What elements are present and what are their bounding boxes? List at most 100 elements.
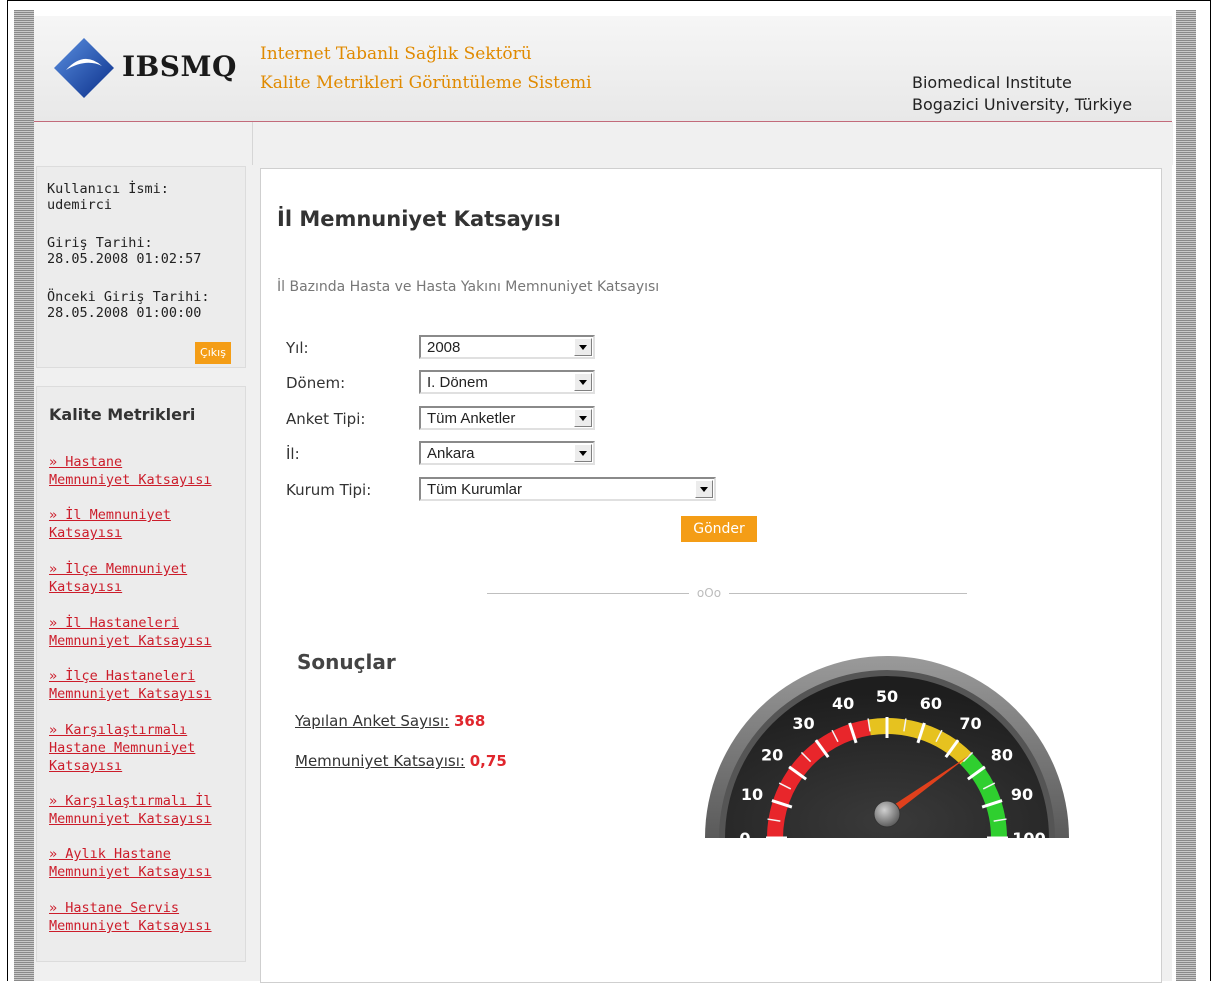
nav-link-line: » İl Memnuniyet: [49, 507, 171, 523]
header-spacer: [252, 122, 1173, 165]
nav-link-il-memnuniyet[interactable]: » İl Memnuniyet Katsayısı: [49, 506, 239, 542]
survey-type-select[interactable]: Tüm Anketler: [419, 406, 595, 430]
survey-count-value: 368: [454, 712, 486, 730]
system-title-line1: Internet Tabanlı Sağlık Sektörü: [260, 44, 532, 64]
username-value: udemirci: [47, 197, 113, 213]
chevron-down-icon[interactable]: [574, 338, 592, 356]
page-container: IBSMQ Internet Tabanlı Sağlık Sektörü Ka…: [34, 16, 1173, 983]
nav-link-ilce-hastaneleri[interactable]: » İlçe Hastaneleri Memnuniyet Katsayısı: [49, 667, 239, 703]
username-block: Kullanıcı İsmi: udemirci: [47, 181, 169, 213]
login-date-block: Giriş Tarihi: 28.05.2008 01:02:57: [47, 235, 201, 267]
gauge-tick-label: 0: [739, 829, 750, 843]
nav-link-line: Memnuniyet Katsayısı: [49, 472, 212, 488]
satisfaction-gauge: 0 10 20 30 40 50 60 70 80 90 100: [705, 656, 1069, 843]
institute-line1: Biomedical Institute: [912, 73, 1072, 92]
institution-type-select[interactable]: Tüm Kurumlar: [419, 477, 716, 501]
results-title: Sonuçlar: [297, 650, 396, 674]
nav-link-line: » İlçe Hastaneleri: [49, 668, 196, 684]
nav-link-line: Katsayısı: [49, 579, 123, 595]
province-select-value: Ankara: [427, 445, 475, 462]
header: IBSMQ Internet Tabanlı Sağlık Sektörü Ka…: [34, 16, 1172, 122]
nav-link-line: » Hastane Servis: [49, 900, 180, 916]
gauge-tick-label: 20: [761, 746, 783, 765]
page-title: İl Memnuniyet Katsayısı: [277, 207, 561, 231]
left-border-stripe: [14, 10, 34, 981]
metrics-nav: Kalite Metrikleri » Hastane Memnuniyet K…: [36, 386, 246, 962]
nav-link-line: » İl Hastaneleri: [49, 615, 180, 631]
logo-text: IBSMQ: [122, 50, 237, 83]
outer-frame-top: [7, 0, 1210, 1]
survey-count-label: Yapılan Anket Sayısı:: [295, 712, 450, 730]
coefficient-row: Memnuniyet Katsayısı: 0,75: [295, 752, 507, 770]
nav-link-line: » Aylık Hastane: [49, 846, 171, 862]
chevron-down-icon[interactable]: [574, 409, 592, 427]
period-select[interactable]: I. Dönem: [419, 370, 595, 394]
nav-link-line: Katsayısı: [49, 758, 123, 774]
province-label: İl:: [286, 445, 300, 463]
coefficient-value: 0,75: [469, 752, 507, 770]
nav-link-line: » Karşılaştırmalı İl: [49, 793, 212, 809]
right-border-stripe: [1176, 10, 1196, 981]
nav-link-line: » Hastane: [49, 454, 123, 470]
survey-type-select-value: Tüm Anketler: [427, 410, 516, 427]
year-select-value: 2008: [427, 339, 461, 356]
gauge-tick-label: 40: [832, 694, 854, 713]
period-label: Dönem:: [286, 374, 346, 392]
outer-frame-right: [1210, 0, 1211, 981]
province-select[interactable]: Ankara: [419, 441, 595, 465]
chevron-down-icon[interactable]: [574, 373, 592, 391]
user-info-box: Kullanıcı İsmi: udemirci Giriş Tarihi: 2…: [36, 166, 246, 368]
nav-link-il-hastaneleri[interactable]: » İl Hastaneleri Memnuniyet Katsayısı: [49, 614, 239, 650]
nav-link-line: Memnuniyet Katsayısı: [49, 633, 212, 649]
nav-link-karsilastirmali-il[interactable]: » Karşılaştırmalı İl Memnuniyet Katsayıs…: [49, 792, 239, 828]
page-description: İl Bazında Hasta ve Hasta Yakını Memnuni…: [277, 279, 660, 295]
chevron-down-icon[interactable]: [574, 444, 592, 462]
nav-link-line: Memnuniyet Katsayısı: [49, 811, 212, 827]
system-title-line2: Kalite Metrikleri Görüntüleme Sistemi: [260, 73, 592, 93]
logout-button[interactable]: Çıkış: [195, 342, 231, 364]
chevron-down-icon[interactable]: [695, 480, 713, 498]
coefficient-label: Memnuniyet Katsayısı:: [295, 752, 465, 770]
nav-link-line: Memnuniyet Katsayısı: [49, 686, 212, 702]
nav-link-line: Katsayısı: [49, 525, 123, 541]
year-label: Yıl:: [286, 339, 309, 357]
system-title: Internet Tabanlı Sağlık Sektörü Kalite M…: [260, 40, 592, 98]
institute-name: Biomedical Institute Bogazici University…: [912, 72, 1132, 116]
outer-frame-left: [7, 0, 8, 981]
nav-link-line: » Karşılaştırmalı: [49, 722, 188, 738]
ibsmq-logo-icon: [52, 36, 116, 104]
gauge-tick-label: 90: [1011, 785, 1033, 804]
gauge-tick-label: 70: [959, 714, 981, 733]
nav-link-aylik-hastane[interactable]: » Aylık Hastane Memnuniyet Katsayısı: [49, 845, 239, 881]
submit-button[interactable]: Gönder: [681, 516, 757, 542]
prev-login-block: Önceki Giriş Tarihi: 28.05.2008 01:00:00: [47, 289, 210, 321]
prev-login-label: Önceki Giriş Tarihi:: [47, 289, 210, 305]
nav-link-line: Memnuniyet Katsayısı: [49, 864, 212, 880]
gauge-tick-label: 50: [876, 687, 898, 706]
year-select[interactable]: 2008: [419, 335, 595, 359]
period-select-value: I. Dönem: [427, 374, 488, 391]
username-label: Kullanıcı İsmi:: [47, 181, 169, 197]
nav-link-karsilastirmali-hastane[interactable]: » Karşılaştırmalı Hastane Memnuniyet Kat…: [49, 721, 239, 775]
nav-link-line: Memnuniyet Katsayısı: [49, 918, 212, 934]
nav-link-hastane-memnuniyet[interactable]: » Hastane Memnuniyet Katsayısı: [49, 453, 239, 489]
nav-link-line: Hastane Memnuniyet: [49, 740, 196, 756]
divider-ornament: oOo: [689, 585, 729, 601]
gauge-hub: [873, 800, 901, 828]
nav-link-ilce-memnuniyet[interactable]: » İlçe Memnuniyet Katsayısı: [49, 560, 239, 596]
gauge-tick-label: 80: [991, 746, 1013, 765]
nav-link-hastane-servis[interactable]: » Hastane Servis Memnuniyet Katsayısı: [49, 899, 239, 935]
gauge-tick-label: 30: [792, 714, 814, 733]
main-content: İl Memnuniyet Katsayısı İl Bazında Hasta…: [260, 168, 1162, 983]
institution-type-label: Kurum Tipi:: [286, 481, 372, 499]
survey-type-label: Anket Tipi:: [286, 410, 366, 428]
nav-link-line: » İlçe Memnuniyet: [49, 561, 188, 577]
gauge-tick-label: 60: [920, 694, 942, 713]
survey-count-row: Yapılan Anket Sayısı: 368: [295, 712, 485, 730]
login-date-label: Giriş Tarihi:: [47, 235, 153, 251]
gauge-tick-label: 100: [1012, 829, 1045, 843]
nav-title: Kalite Metrikleri: [49, 405, 196, 424]
institute-line2: Bogazici University, Türkiye: [912, 95, 1133, 114]
login-date-value: 28.05.2008 01:02:57: [47, 251, 202, 267]
prev-login-value: 28.05.2008 01:00:00: [47, 305, 202, 321]
